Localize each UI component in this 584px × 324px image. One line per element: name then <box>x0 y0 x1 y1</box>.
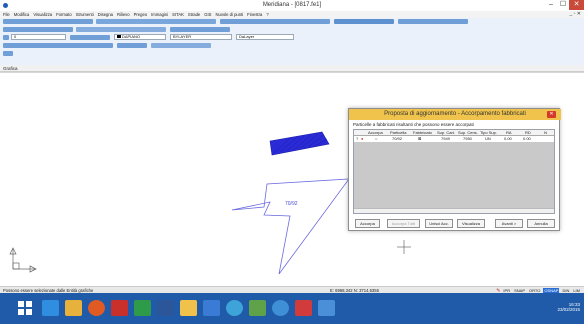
row-status-icon: ● <box>361 136 364 141</box>
close-icon[interactable]: ✕ <box>547 111 556 118</box>
fabbricato-checkbox[interactable]: ⊠ <box>418 136 421 142</box>
app-icon-blue[interactable] <box>203 300 220 316</box>
lineweight-combo[interactable]: DaLayer <box>236 34 294 40</box>
menu-disegna[interactable]: Disegna <box>98 12 113 17</box>
crosshair-cursor <box>397 240 411 254</box>
menu-modifica[interactable]: Modifica <box>14 12 30 17</box>
accorpa-tutti-button[interactable]: Accorpa Tutti <box>387 219 420 228</box>
menu-sitak[interactable]: SITAK <box>172 12 184 17</box>
menu-nuvole-di-punti[interactable]: Nuvole di punti <box>215 12 243 17</box>
word-icon[interactable] <box>157 300 174 316</box>
table-row[interactable]: ? ● ○ 70/92 ⊠ 7949 7950 UN 0.00 0.00 <box>354 136 554 142</box>
menu-help[interactable]: ? <box>266 12 268 17</box>
toolbar-gis[interactable] <box>151 43 211 48</box>
building-highlight[interactable] <box>269 131 330 156</box>
avanti-button[interactable]: Avanti > <box>495 219 523 228</box>
explorer-icon[interactable] <box>65 300 82 316</box>
accorpamento-dialog: Proposta di aggiornamento - Accorpamento… <box>348 108 561 231</box>
toolbar-modify[interactable] <box>76 27 166 32</box>
app-icon-red2[interactable] <box>295 300 312 316</box>
app-icon-red[interactable] <box>111 300 128 316</box>
cell-tipo-sup: UN <box>485 136 491 141</box>
app-icon-square[interactable] <box>318 300 335 316</box>
layer-manager-icon[interactable] <box>3 35 9 40</box>
ie-icon[interactable] <box>42 300 59 316</box>
system-tray[interactable]: 16:33 23/02/2015 <box>557 302 580 312</box>
toolbar-edit[interactable] <box>96 19 216 24</box>
toolbar-inquiry[interactable] <box>170 27 230 32</box>
menu-formato[interactable]: Formato <box>56 12 72 17</box>
parcel-outline[interactable] <box>231 178 350 275</box>
app-icon-chrome[interactable] <box>272 300 289 316</box>
window-title: Meridiana - [0817.fe1] <box>262 2 322 8</box>
toolbar-zoom[interactable] <box>398 19 468 24</box>
close-button[interactable]: ✕ <box>569 0 584 10</box>
fabbricati-grid[interactable]: Accorpa Particella Fabbricato Sup. Cart.… <box>353 129 555 214</box>
media-icon[interactable] <box>88 300 105 316</box>
menu-pregeo[interactable]: Pregeo <box>134 12 148 17</box>
menu-strade[interactable]: Strade <box>188 12 200 17</box>
horizontal-scrollbar[interactable] <box>354 208 554 213</box>
linetype-combo[interactable]: BYLAYER <box>170 34 232 40</box>
maximize-button[interactable]: ☐ <box>558 0 568 10</box>
menu-gis[interactable]: GIS <box>204 12 211 17</box>
menu-rilievo[interactable]: Rilievo <box>117 12 130 17</box>
menu-visualizza[interactable]: Visualizza <box>33 12 52 17</box>
grafica-tab[interactable]: Grafica <box>0 65 584 72</box>
accorpa-button[interactable]: Accorpa <box>355 219 380 228</box>
window-titlebar: Meridiana - [0817.fe1] – ☐ ✕ <box>0 0 584 11</box>
cell-sup-cart: 7949 <box>441 136 450 141</box>
toolbar-draw[interactable] <box>220 19 330 24</box>
dialog-title: Proposta di aggiornamento - Accorpamento… <box>349 109 561 120</box>
layer-combo[interactable]: 0 <box>11 34 66 40</box>
mdi-window-controls[interactable]: _ ▫ ✕ <box>569 11 581 17</box>
cell-particella: 70/92 <box>392 136 403 141</box>
windows-taskbar: 16:33 23/02/2015 <box>0 293 584 324</box>
menu-bar: File Modifica Visualizza Formato Strumen… <box>0 11 584 18</box>
clock-date: 23/02/2015 <box>557 307 580 312</box>
app-icon-map[interactable] <box>249 300 266 316</box>
cell-rd: 0.00 <box>523 136 531 141</box>
app-icon-green[interactable] <box>134 300 151 316</box>
unisci-acc-button[interactable]: Unisci Acc. <box>425 219 453 228</box>
color-swatch <box>117 35 121 38</box>
ucs-icon <box>9 247 37 273</box>
annulla-button[interactable]: Annulla <box>527 219 555 228</box>
toolbar-dimension[interactable] <box>117 43 147 48</box>
start-icon[interactable] <box>18 301 32 315</box>
minimize-button[interactable]: – <box>546 0 556 10</box>
visualizza-button[interactable]: Visualizza <box>457 219 485 228</box>
menu-finestra[interactable]: Finestra <box>247 12 262 17</box>
menu-immagini[interactable]: Immagini <box>151 12 168 17</box>
color-combo[interactable]: DAPIANO <box>114 34 166 40</box>
menu-strumenti[interactable]: Strumenti <box>76 12 94 17</box>
toolbar-pregeo[interactable] <box>3 43 113 48</box>
folder-icon[interactable] <box>180 300 197 316</box>
cell-sup-cens: 7950 <box>463 136 472 141</box>
status-bar: Possono essere selezionate dalle Entità … <box>0 286 584 294</box>
row-marker: ? <box>356 136 359 141</box>
toolbar-snap[interactable] <box>3 27 73 32</box>
toolbar-extra[interactable] <box>3 51 13 56</box>
app-icon-globe[interactable] <box>226 300 243 316</box>
toolbar-layer-tools[interactable] <box>70 35 110 40</box>
parcel-label: 70/92 <box>285 201 298 207</box>
cell-ra: 0.00 <box>504 136 512 141</box>
menu-file[interactable]: File <box>3 12 10 17</box>
accorpa-checkbox[interactable]: ○ <box>375 136 377 142</box>
toolbar-area: 0 DAPIANO BYLAYER DaLayer <box>0 18 584 65</box>
dialog-description: Particelle a fabbricati risultanti che p… <box>353 122 474 127</box>
toolbar-standard[interactable] <box>3 19 93 24</box>
toolbar-tools[interactable] <box>334 19 394 24</box>
